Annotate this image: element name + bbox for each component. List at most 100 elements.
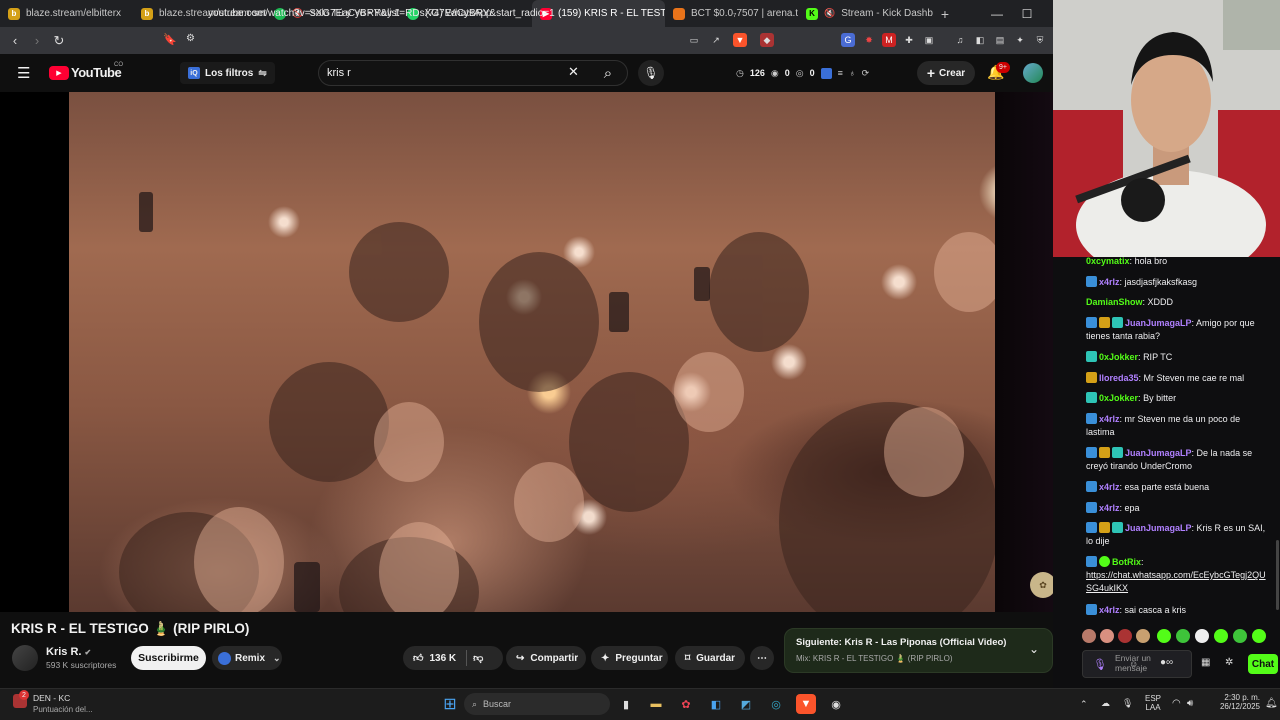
channel-avatar[interactable] <box>12 645 38 671</box>
onedrive-icon[interactable]: ☁ <box>1101 698 1110 709</box>
reload-icon[interactable]: ↻ <box>48 30 70 52</box>
new-tab-button[interactable]: + <box>933 0 957 27</box>
ext-iq-icon[interactable] <box>820 67 832 79</box>
taskbar-search-placeholder: Buscar <box>483 699 512 709</box>
leo-icon[interactable]: ✦ <box>1013 33 1027 47</box>
video-player[interactable] <box>69 92 995 612</box>
emote-icon[interactable] <box>1118 629 1132 643</box>
chat-message: DamianShow: XDDD <box>1086 297 1174 307</box>
chat-message-input[interactable]: 🎙 Enviar un mensaje ☺ <box>1082 650 1192 678</box>
send-chat-button[interactable]: Chat <box>1248 654 1278 674</box>
emote-icon[interactable] <box>1082 629 1096 643</box>
obs-icon[interactable]: ◉ <box>826 694 846 714</box>
app-title[interactable]: DEN - KC <box>33 693 70 703</box>
chat-scrollbar[interactable] <box>1276 540 1279 610</box>
store-icon[interactable]: ◧ <box>706 694 726 714</box>
list-icon[interactable]: ≡ <box>838 68 843 78</box>
country-code: CO <box>114 62 123 68</box>
sidebar-icon[interactable]: ◧ <box>973 33 987 47</box>
emote-icon[interactable] <box>1214 629 1228 643</box>
maximize-icon[interactable]: ☐ <box>1012 0 1042 27</box>
thumbs-down-icon[interactable]: 👎︎ <box>473 652 483 664</box>
subscriber-badge-icon <box>1112 317 1123 328</box>
media-icon[interactable]: ♫ <box>953 33 967 47</box>
remix-button[interactable]: Remix ⌄ <box>212 646 282 670</box>
browser-tab[interactable]: K 🔇 Stream - Kick Dashboard <box>798 0 933 27</box>
translate-icon[interactable]: G <box>841 33 855 47</box>
emote-icon[interactable] <box>1136 629 1150 643</box>
brave-shield-icon[interactable]: ▼ <box>733 33 747 47</box>
avatar[interactable] <box>1023 63 1043 83</box>
screenshot-icon[interactable]: ▣ <box>922 33 936 47</box>
next-up-panel[interactable] <box>784 628 1053 673</box>
chat-message: JuanJumagaLP: De la nada se creyó tirand… <box>1086 447 1253 471</box>
chat-message: x4rlz: sai casca a kris <box>1086 604 1271 617</box>
community-icon[interactable]: ●∞ <box>1160 657 1173 668</box>
emote-icon[interactable] <box>1195 629 1209 643</box>
channel-name[interactable]: Kris R. ✔ <box>46 646 91 658</box>
bookmark-icon[interactable]: 🔖 <box>163 33 177 46</box>
language-indicator[interactable]: ESP LAA <box>1145 694 1161 712</box>
search-input[interactable]: kris r <box>318 60 628 86</box>
cast-icon[interactable]: ▭ <box>687 33 701 47</box>
chevron-down-icon[interactable]: ⌄ <box>1029 642 1039 656</box>
clear-search-icon[interactable]: ✕ <box>568 64 579 80</box>
subscribe-button[interactable]: Suscribirme <box>131 646 206 670</box>
emote-icon[interactable] <box>1252 629 1266 643</box>
site-info-icon[interactable]: ⚙ <box>186 33 195 44</box>
clock[interactable]: 2:30 p. m. 26/12/2025 <box>1208 693 1260 711</box>
taskbar-search[interactable]: ⌕ Buscar <box>464 693 610 715</box>
search-icon[interactable]: ⌕ <box>588 60 628 86</box>
emoji-icon[interactable]: ☺ <box>1129 659 1138 669</box>
windows-start-icon[interactable]: ⊞ <box>440 694 460 714</box>
wallet-icon[interactable]: ▤ <box>993 33 1007 47</box>
emote-icon[interactable] <box>1157 629 1171 643</box>
brave-rewards-icon[interactable]: ◆ <box>760 33 774 47</box>
create-label: Crear <box>939 67 966 79</box>
back-icon[interactable]: ‹ <box>4 30 26 52</box>
share-icon[interactable]: ↗ <box>709 33 723 47</box>
divider <box>466 650 468 666</box>
minimize-icon[interactable]: — <box>982 0 1012 27</box>
extension-icon[interactable]: ✸ <box>862 33 876 47</box>
microphone-icon[interactable]: 🎙 <box>638 60 664 86</box>
more-options-icon[interactable]: ⋯ <box>750 646 774 670</box>
brave-icon[interactable]: ▼ <box>796 694 816 714</box>
settings-icon[interactable]: ✲ <box>1225 657 1233 668</box>
mega-icon[interactable]: M <box>882 33 896 47</box>
store-icon[interactable]: ▦ <box>1201 657 1210 668</box>
microphone-icon[interactable]: 🎙 <box>1122 698 1133 709</box>
chat-link[interactable]: https://chat.whatsapp.com/EcEybcGTegj2QU… <box>1086 570 1266 593</box>
emote-icon[interactable] <box>1100 629 1114 643</box>
create-button[interactable]: + Crear <box>917 61 975 85</box>
filters-button[interactable]: iQ Los filtros ⇋ <box>180 62 275 84</box>
task-view-icon[interactable]: ▮ <box>616 694 636 714</box>
url-input[interactable]: youtube.com/watch?v=sXG7EaCyBRY&list=RDs… <box>160 4 730 23</box>
photos-icon[interactable]: ◩ <box>736 694 756 714</box>
emote-icon[interactable] <box>1176 629 1190 643</box>
share-button[interactable]: ↪ Compartir <box>506 646 586 670</box>
copilot-icon[interactable]: ✿ <box>676 694 696 714</box>
puzzle-icon[interactable]: ✚ <box>902 33 916 47</box>
notifications-icon[interactable]: 🔔︎ <box>1265 698 1278 709</box>
menu-icon[interactable]: ☰ <box>17 64 30 82</box>
bulb-icon[interactable]: ♁ <box>849 68 856 78</box>
sparkle-icon: ✦ <box>601 652 610 664</box>
forward-icon[interactable]: › <box>26 30 48 52</box>
wifi-icon[interactable]: ◠ <box>1172 698 1181 709</box>
chevron-up-icon[interactable]: ⌃ <box>1080 699 1088 710</box>
volume-icon[interactable]: 🔊︎ <box>1187 698 1193 709</box>
browser-tab[interactable]: b blaze.stream/elbitterx <box>0 0 133 27</box>
youtube-logo-icon[interactable]: ▶ <box>49 66 69 80</box>
save-button[interactable]: ⌑ Guardar <box>675 646 745 670</box>
subscriber-badge-icon <box>1112 522 1123 533</box>
microphone-icon[interactable]: 🎙 <box>1093 658 1107 671</box>
refresh-icon[interactable]: ⟳ <box>862 68 870 79</box>
stat-c: 0 <box>809 68 815 78</box>
like-button[interactable]: 👍︎ 136 K 👎︎ <box>403 646 503 670</box>
edge-icon[interactable]: ◎ <box>766 694 786 714</box>
file-explorer-icon[interactable]: ▬ <box>646 694 666 714</box>
vpn-icon[interactable]: ⛨ <box>1033 33 1047 47</box>
emote-icon[interactable] <box>1233 629 1247 643</box>
ask-button[interactable]: ✦ Preguntar <box>591 646 668 670</box>
